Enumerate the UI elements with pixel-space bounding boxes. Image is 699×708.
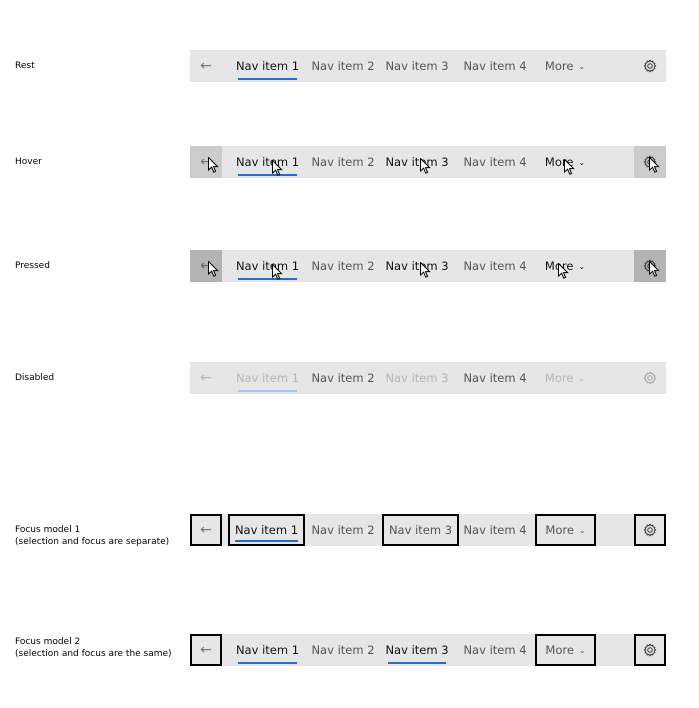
back-button[interactable]: ←: [190, 146, 222, 178]
back-button: ←: [190, 362, 222, 394]
nav-item-2[interactable]: Nav item 2: [310, 50, 376, 82]
gear-icon: [643, 523, 657, 537]
nav-item-2[interactable]: Nav item 2: [310, 146, 376, 178]
selection-indicator: [238, 174, 297, 176]
gear-icon: [643, 259, 657, 273]
nav-item-2[interactable]: Nav item 2: [310, 250, 376, 282]
nav-bar-rest: ← Nav item 1 Nav item 2 Nav item 3 Nav i…: [190, 50, 666, 82]
back-button[interactable]: ←: [190, 50, 222, 82]
settings-button[interactable]: [634, 146, 666, 178]
more-button[interactable]: More ⌄: [536, 146, 594, 178]
selection-indicator: [235, 540, 298, 542]
more-button[interactable]: More ⌄: [535, 634, 596, 666]
back-button[interactable]: ←: [190, 634, 222, 666]
more-button[interactable]: More ⌄: [536, 50, 594, 82]
nav-bar-focus-model-1: ← Nav item 1 Nav item 2 Nav item 3 Nav i…: [190, 514, 666, 546]
gear-icon: [643, 371, 657, 385]
nav-bar-disabled: ← Nav item 1 Nav item 2 Nav item 3 Nav i…: [190, 362, 666, 394]
row-label-focus-model-2: Focus model 2 (selection and focus are t…: [15, 637, 172, 659]
settings-button[interactable]: [634, 514, 666, 546]
back-button[interactable]: ←: [190, 250, 222, 282]
nav-bar-hover: ← Nav item 1 Nav item 2 Nav item 3 Nav i…: [190, 146, 666, 178]
selection-indicator: [238, 78, 297, 80]
gear-icon: [643, 155, 657, 169]
nav-item-3[interactable]: Nav item 3: [383, 50, 451, 82]
chevron-down-icon: ⌄: [578, 374, 586, 383]
chevron-down-icon: ⌄: [578, 62, 586, 71]
more-button[interactable]: More ⌄: [535, 514, 596, 546]
nav-item-4[interactable]: Nav item 4: [461, 514, 529, 546]
chevron-down-icon: ⌄: [578, 262, 586, 271]
settings-button[interactable]: [634, 634, 666, 666]
back-arrow-icon: ←: [200, 258, 212, 274]
row-label-hover: Hover: [15, 157, 42, 167]
row-label-rest: Rest: [15, 61, 35, 71]
nav-item-1[interactable]: Nav item 1: [233, 146, 302, 178]
nav-item-2[interactable]: Nav item 2: [310, 514, 376, 546]
back-arrow-icon: ←: [200, 522, 212, 538]
nav-bar-focus-model-2: ← Nav item 1 Nav item 2 Nav item 3 Nav i…: [190, 634, 666, 666]
nav-item-2[interactable]: Nav item 2: [310, 634, 376, 666]
back-arrow-icon: ←: [200, 642, 212, 658]
nav-item-1[interactable]: Nav item 1: [228, 514, 305, 546]
nav-item-4[interactable]: Nav item 4: [461, 146, 529, 178]
row-label-focus-model-1: Focus model 1 (selection and focus are s…: [15, 525, 170, 547]
nav-bar-pressed: ← Nav item 1 Nav item 2 Nav item 3 Nav i…: [190, 250, 666, 282]
settings-button[interactable]: [634, 50, 666, 82]
nav-item-4[interactable]: Nav item 4: [461, 362, 529, 394]
settings-button[interactable]: [634, 250, 666, 282]
row-label-pressed: Pressed: [15, 261, 50, 271]
nav-item-4[interactable]: Nav item 4: [461, 50, 529, 82]
row-label-disabled: Disabled: [15, 373, 55, 383]
nav-item-3[interactable]: Nav item 3: [383, 146, 451, 178]
chevron-down-icon: ⌄: [578, 526, 586, 535]
nav-item-4[interactable]: Nav item 4: [461, 634, 529, 666]
nav-item-1[interactable]: Nav item 1: [233, 634, 302, 666]
back-button[interactable]: ←: [190, 514, 222, 546]
selection-indicator: [238, 390, 297, 392]
more-button: More ⌄: [544, 371, 586, 385]
settings-button: [634, 362, 666, 394]
nav-item-4[interactable]: Nav item 4: [461, 250, 529, 282]
gear-icon: [643, 643, 657, 657]
gear-icon: [643, 59, 657, 73]
more-button[interactable]: More ⌄: [536, 250, 594, 282]
chevron-down-icon: ⌄: [578, 158, 586, 167]
selection-indicator: [238, 278, 297, 280]
nav-item-1[interactable]: Nav item 1: [233, 250, 302, 282]
nav-item-3[interactable]: Nav item 3: [382, 514, 459, 546]
nav-item-3: Nav item 3: [385, 371, 449, 385]
chevron-down-icon: ⌄: [578, 646, 586, 655]
nav-item-2[interactable]: Nav item 2: [310, 362, 376, 394]
nav-item-3[interactable]: Nav item 3: [383, 634, 451, 666]
nav-item-1: Nav item 1: [233, 362, 302, 394]
selection-indicator: [238, 662, 297, 664]
nav-item-1[interactable]: Nav item 1: [233, 50, 302, 82]
back-arrow-icon: ←: [200, 370, 212, 386]
back-arrow-icon: ←: [200, 154, 212, 170]
selection-indicator: [388, 662, 446, 664]
nav-item-3[interactable]: Nav item 3: [383, 250, 451, 282]
back-arrow-icon: ←: [200, 58, 212, 74]
